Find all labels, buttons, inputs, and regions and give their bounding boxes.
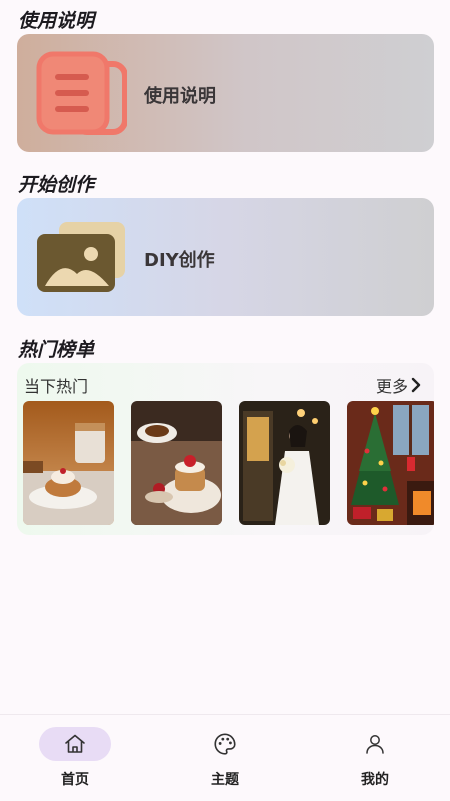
bottom-tab-bar: 首页 主题 我的	[0, 714, 450, 801]
hot-item-coffee-cake[interactable]	[131, 401, 222, 525]
section-title-guide: 使用说明	[18, 10, 95, 32]
section-title-hot: 热门榜单	[18, 339, 95, 361]
more-link[interactable]: 更多	[376, 373, 422, 397]
woman-dress-image	[239, 401, 330, 525]
more-label: 更多	[375, 377, 408, 396]
picture-icon	[37, 222, 125, 292]
guide-card-label: 使用说明	[144, 86, 216, 107]
christmas-tree-image	[347, 401, 434, 525]
tab-home-label: 首页	[61, 772, 89, 788]
tab-theme-label: 主题	[211, 772, 239, 788]
hot-list-card: 当下热门 更多	[17, 363, 434, 535]
document-icon	[36, 51, 127, 135]
section-title-create: 开始创作	[18, 174, 95, 196]
hot-item-latte-cake[interactable]	[23, 401, 114, 525]
tab-home[interactable]: 首页	[30, 727, 120, 789]
tab-mine-label: 我的	[361, 772, 389, 788]
home-icon	[65, 734, 85, 753]
tab-theme[interactable]: 主题	[180, 727, 270, 789]
tab-mine[interactable]: 我的	[330, 727, 420, 789]
diy-create-card-label: DIY创作	[144, 250, 215, 271]
hot-subtitle: 当下热门	[24, 377, 89, 396]
person-icon	[366, 735, 384, 754]
hot-item-christmas-tree[interactable]	[347, 401, 434, 525]
hot-item-woman-dress[interactable]	[239, 401, 330, 525]
guide-card[interactable]: 使用说明	[17, 34, 434, 152]
diy-create-card[interactable]: DIY创作	[17, 198, 434, 316]
chevron-right-icon	[411, 377, 421, 393]
latte-cake-image	[23, 401, 114, 525]
coffee-cake-image	[131, 401, 222, 525]
palette-icon	[214, 733, 236, 755]
